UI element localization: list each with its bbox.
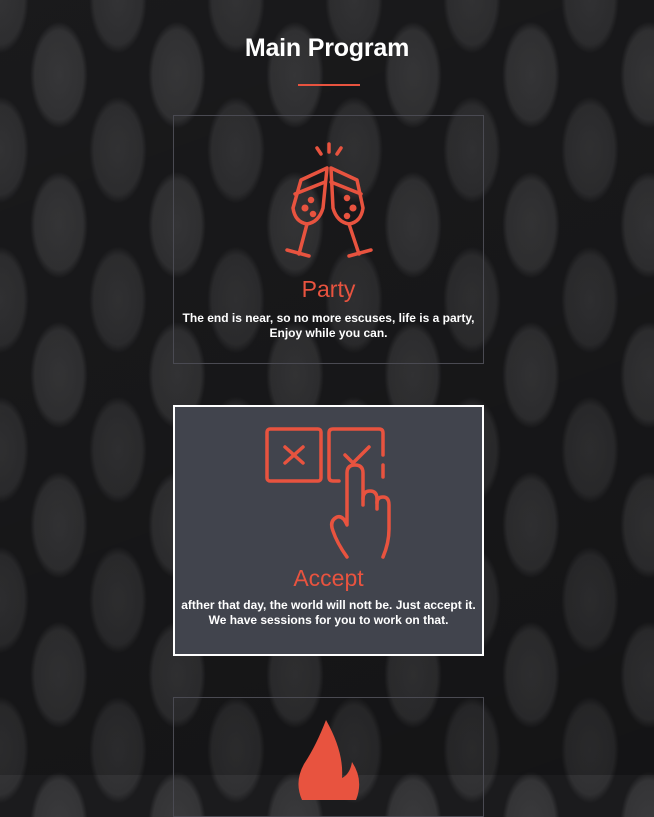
champagne-toast-icon — [284, 142, 373, 258]
section-title: Main Program — [244, 34, 410, 62]
card-description-line: The end is near, so no more escuses, lif… — [182, 311, 475, 325]
program-card-third[interactable] — [173, 697, 484, 817]
title-underline — [298, 84, 360, 86]
card-description: The end is near, so no more escuses, lif… — [174, 311, 483, 341]
program-card-accept[interactable]: Accept afther that day, the world will n… — [173, 405, 484, 656]
card-description-line: Enjoy while you can. — [269, 326, 388, 340]
card-description-line: afther that day, the world will nott be.… — [181, 598, 476, 612]
card-title: Party — [301, 276, 356, 302]
card-title: Accept — [293, 565, 364, 591]
accept-checkbox-hand-icon — [264, 427, 391, 559]
flame-icon — [297, 720, 359, 800]
card-description-line: We have sessions for you to work on that… — [208, 613, 449, 627]
program-card-party[interactable]: Party The end is near, so no more escuse… — [173, 115, 484, 364]
card-description: afther that day, the world will nott be.… — [175, 598, 482, 628]
